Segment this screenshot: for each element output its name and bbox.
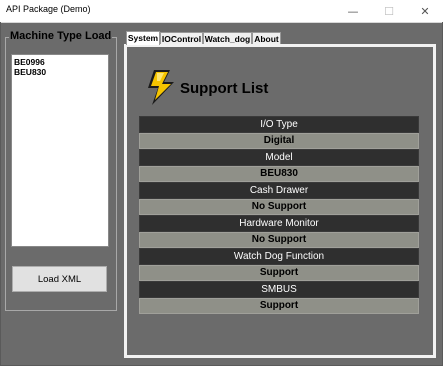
list-item[interactable]: BEU830 xyxy=(12,67,108,77)
smbus-header: SMBUS xyxy=(139,281,419,298)
support-list: I/O Type Digital Model BEU830 Cash Drawe… xyxy=(139,116,419,314)
maximize-icon: ☐ xyxy=(384,4,394,18)
lightning-bolt-icon xyxy=(148,70,174,105)
watch-dog-function-value: Support xyxy=(139,264,419,281)
maximize-button[interactable]: ☐ xyxy=(371,0,407,22)
tab-system[interactable]: System xyxy=(126,31,160,45)
watch-dog-function-header: Watch Dog Function xyxy=(139,248,419,265)
io-type-value: Digital xyxy=(139,132,419,149)
tab-watch-dog[interactable]: Watch_dog xyxy=(203,32,252,44)
tab-about[interactable]: About xyxy=(252,32,281,44)
load-xml-button[interactable]: Load XML xyxy=(12,266,107,292)
model-header: Model xyxy=(139,149,419,166)
close-icon: ✕ xyxy=(420,4,430,18)
hardware-monitor-header: Hardware Monitor xyxy=(139,215,419,232)
window-title: API Package (Demo) xyxy=(6,4,91,14)
minimize-button[interactable]: — xyxy=(335,0,371,22)
smbus-value: Support xyxy=(139,297,419,314)
close-button[interactable]: ✕ xyxy=(407,0,443,22)
io-type-header: I/O Type xyxy=(139,116,419,133)
cash-drawer-value: No Support xyxy=(139,198,419,215)
machine-type-listbox[interactable]: BE0996 BEU830 xyxy=(11,54,109,247)
support-list-title: Support List xyxy=(180,80,269,97)
title-bar: API Package (Demo) — ☐ ✕ xyxy=(0,0,443,23)
model-value: BEU830 xyxy=(139,165,419,182)
list-item[interactable]: BE0996 xyxy=(12,57,108,67)
group-title: Machine Type Load xyxy=(9,30,113,42)
tab-iocontrol[interactable]: IOControl xyxy=(160,32,203,44)
cash-drawer-header: Cash Drawer xyxy=(139,182,419,199)
hardware-monitor-value: No Support xyxy=(139,231,419,248)
minimize-icon: — xyxy=(347,4,359,18)
